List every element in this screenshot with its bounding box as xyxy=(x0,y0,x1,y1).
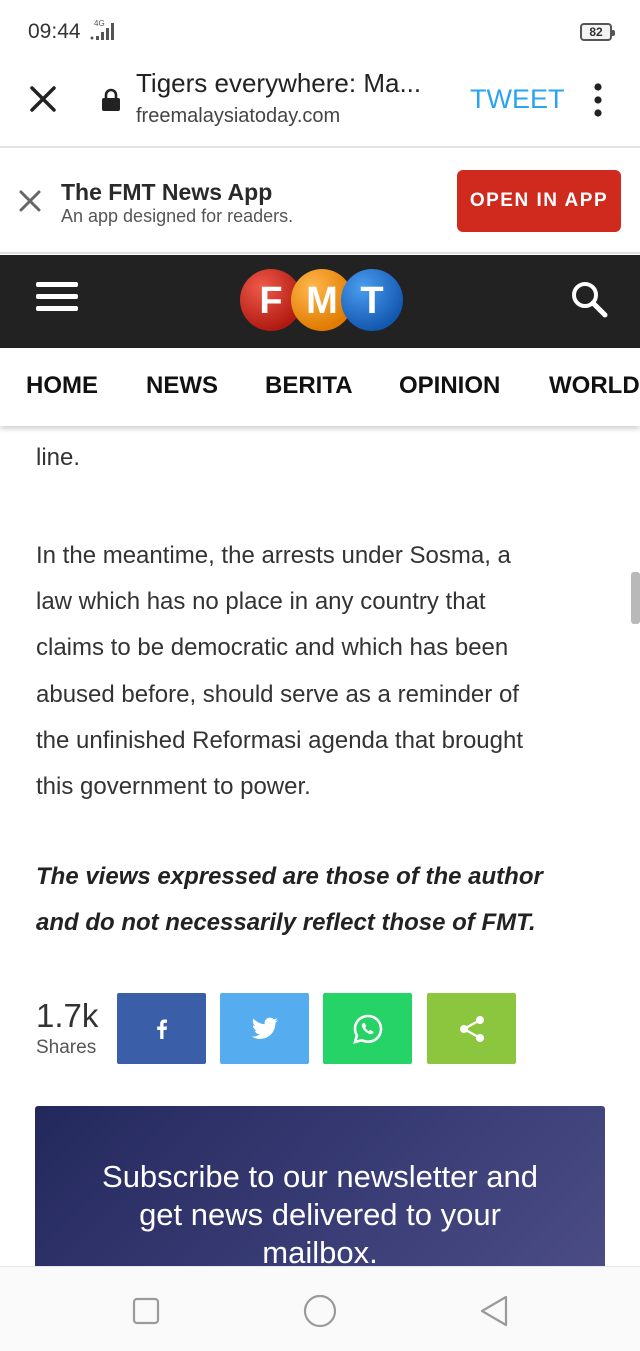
paragraph-line: abused before, should serve as a reminde… xyxy=(36,680,519,708)
newsletter-line: mailbox. xyxy=(262,1235,378,1266)
nav-item-berita[interactable]: BERITA xyxy=(265,372,353,400)
facebook-share-button[interactable] xyxy=(117,993,206,1064)
newsletter-heading: Subscribe to our newsletter and get news… xyxy=(65,1158,575,1266)
share-count-value: 1.7k xyxy=(36,997,99,1034)
twitter-icon xyxy=(251,1017,278,1039)
search-icon[interactable] xyxy=(568,279,610,321)
browser-toolbar: Tigers everywhere: Ma... freemalaysiatod… xyxy=(0,62,640,148)
share-count: 1.7k Shares xyxy=(36,997,98,1059)
back-icon[interactable] xyxy=(478,1294,510,1333)
status-bar: 09:44 4G 82 xyxy=(0,0,640,62)
page-title: Tigers everywhere: Ma... xyxy=(136,68,422,98)
nav-item-world[interactable]: WORLD xyxy=(549,372,640,400)
scrollbar-thumb[interactable] xyxy=(631,572,640,624)
article-text-fragment: line. xyxy=(36,444,81,471)
disclaimer-line: and do not necessarily reflect those of … xyxy=(36,909,536,937)
status-time: 09:44 xyxy=(28,20,81,43)
tweet-button[interactable]: TWEET xyxy=(470,84,565,115)
generic-share-button[interactable] xyxy=(427,993,516,1064)
hamburger-menu-icon[interactable] xyxy=(36,282,78,316)
paragraph-line: this government to power. xyxy=(36,773,311,801)
recent-apps-icon[interactable] xyxy=(132,1297,160,1330)
nav-item-opinion[interactable]: OPINION xyxy=(399,372,500,400)
home-icon[interactable] xyxy=(302,1293,338,1334)
share-count-label: Shares xyxy=(36,1037,97,1058)
article-paragraph: In the meantime, the arrests under Sosma… xyxy=(36,533,606,810)
close-icon[interactable] xyxy=(26,82,60,116)
more-options-icon[interactable] xyxy=(590,82,606,118)
disclaimer-line: The views expressed are those of the aut… xyxy=(36,863,543,890)
section-nav: HOME NEWS BERITA OPINION WORLD xyxy=(0,348,640,426)
battery-level: 82 xyxy=(589,25,603,39)
twitter-share-button[interactable] xyxy=(220,993,309,1064)
whatsapp-icon xyxy=(352,1014,382,1044)
paragraph-line: claims to be democratic and which has be… xyxy=(36,634,509,662)
open-in-app-button[interactable]: OPEN IN APP xyxy=(457,170,621,232)
newsletter-line: get news delivered to your xyxy=(139,1197,501,1232)
app-banner: The FMT News App An app designed for rea… xyxy=(0,150,640,254)
page-url: freemalaysiatoday.com xyxy=(136,105,341,127)
newsletter-line: Subscribe to our newsletter and xyxy=(102,1159,538,1194)
logo-letter-t: T xyxy=(360,280,383,322)
battery-icon: 82 xyxy=(580,23,615,41)
facebook-icon xyxy=(156,1019,167,1039)
article-body: line. In the meantime, the arrests under… xyxy=(0,426,640,1266)
banner-close-icon[interactable] xyxy=(18,189,42,213)
paragraph-line: the unfinished Reformasi agenda that bro… xyxy=(36,726,523,754)
newsletter-signup: Subscribe to our newsletter and get news… xyxy=(35,1106,605,1266)
paragraph-line: law which has no place in any country th… xyxy=(36,588,486,616)
paragraph-line: In the meantime, the arrests under Sosma… xyxy=(36,542,511,569)
signal-icon: 4G xyxy=(88,18,122,47)
system-nav-bar xyxy=(0,1266,640,1351)
whatsapp-share-button[interactable] xyxy=(323,993,412,1064)
fmt-logo[interactable]: F M T xyxy=(238,267,406,333)
site-header: F M T xyxy=(0,255,640,348)
nav-item-home[interactable]: HOME xyxy=(26,372,98,400)
nav-item-news[interactable]: NEWS xyxy=(146,372,218,400)
banner-title: The FMT News App xyxy=(61,179,273,205)
network-type: 4G xyxy=(94,19,105,28)
logo-letter-f: F xyxy=(259,280,282,322)
logo-letter-m: M xyxy=(306,280,338,322)
banner-subtitle: An app designed for readers. xyxy=(61,206,294,226)
lock-icon xyxy=(100,88,122,112)
share-icon xyxy=(459,1015,484,1042)
author-disclaimer: The views expressed are those of the aut… xyxy=(36,854,606,946)
